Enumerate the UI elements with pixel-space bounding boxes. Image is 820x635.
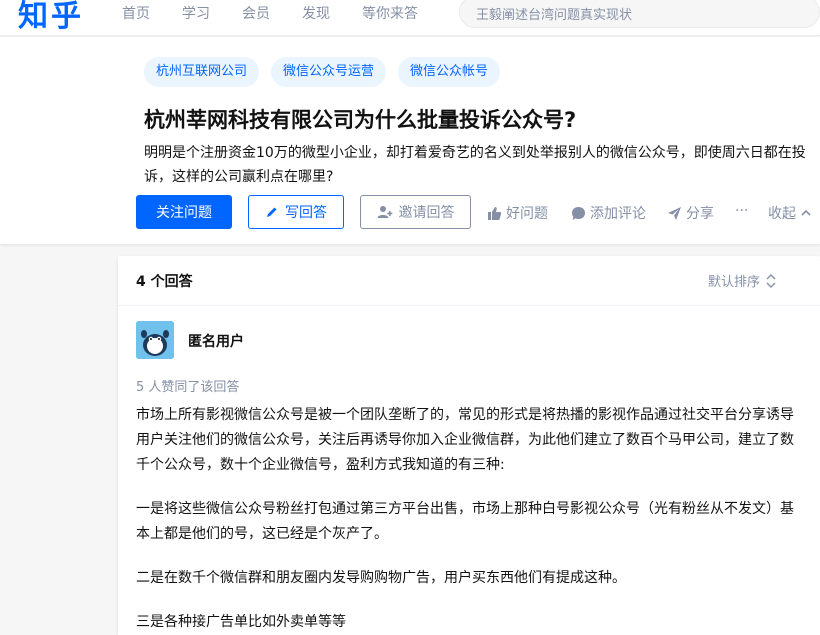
write-answer-button[interactable]: 写回答 xyxy=(248,195,344,229)
add-comment-button[interactable]: 添加评论 xyxy=(571,203,646,223)
search-input[interactable]: 王毅阐述台湾问题真实现状 xyxy=(459,0,820,28)
comment-icon xyxy=(572,206,585,220)
sort-dropdown[interactable]: 默认排序 xyxy=(708,271,776,290)
answer-paragraph: 三是各种接广告单比如外卖单等等 xyxy=(136,614,346,630)
avatar[interactable] xyxy=(136,321,174,359)
vote-count: 5 人赞同了该回答 xyxy=(136,380,240,395)
answers-card: 4 个回答 默认排序 匿名用户 5 人赞同了该回答 市场上所有影视微信公众号是被… xyxy=(118,256,820,635)
add-comment-label: 添加评论 xyxy=(590,206,646,222)
sort-icon xyxy=(766,273,776,288)
write-answer-label: 写回答 xyxy=(285,205,327,221)
collapse-button[interactable]: 收起 xyxy=(768,203,812,223)
follow-question-button[interactable]: 关注问题 xyxy=(136,195,232,229)
add-user-icon xyxy=(377,206,392,218)
anonymous-avatar-icon xyxy=(136,321,174,359)
topic-tag[interactable]: 微信公众号运营 xyxy=(271,57,387,87)
sort-label: 默认排序 xyxy=(708,275,761,290)
collapse-label: 收起 xyxy=(768,206,796,222)
topic-tag[interactable]: 微信公众帐号 xyxy=(398,57,501,87)
answer-count: 4 个回答 xyxy=(136,274,193,290)
good-question-button[interactable]: 好问题 xyxy=(487,203,548,223)
nav-item-waiting[interactable]: 等你来答 xyxy=(362,3,418,23)
paper-plane-icon xyxy=(668,206,681,220)
follow-question-label: 关注问题 xyxy=(156,205,212,221)
question-detail: 明明是个注册资金10万的微型小企业，却打着爱奇艺的名义到处举报别人的微信公众号，… xyxy=(144,145,806,185)
topic-tag[interactable]: 杭州互联网公司 xyxy=(144,57,260,87)
invite-answer-button[interactable]: 邀请回答 xyxy=(360,195,471,229)
chevron-up-icon xyxy=(801,209,811,216)
question-header: 杭州互联网公司 微信公众号运营 微信公众帐号 杭州莘网科技有限公司为什么批量投诉… xyxy=(0,37,820,244)
nav-item-home[interactable]: 首页 xyxy=(122,3,150,23)
answer-paragraph: 市场上所有影视微信公众号是被一个团队垄断了的，常见的形式是将热播的影视作品通过社… xyxy=(136,407,794,473)
zhihu-logo[interactable]: 知乎 xyxy=(18,0,84,35)
top-nav: 知乎 首页 学习 会员 发现 等你来答 王毅阐述台湾问题真实现状 xyxy=(0,0,820,36)
answer-paragraph: 二是在数千个微信群和朋友圈内发导购购物广告，用户买东西他们有提成这种。 xyxy=(136,570,626,586)
share-label: 分享 xyxy=(686,206,714,222)
more-button[interactable]: ··· xyxy=(735,203,748,219)
thumbs-up-icon xyxy=(488,206,502,220)
invite-answer-label: 邀请回答 xyxy=(398,205,455,221)
author-name[interactable]: 匿名用户 xyxy=(188,331,244,351)
share-button[interactable]: 分享 xyxy=(667,203,714,223)
nav-item-vip[interactable]: 会员 xyxy=(242,3,270,23)
more-label: ··· xyxy=(735,203,749,219)
good-question-label: 好问题 xyxy=(506,206,548,222)
answer-paragraph: 一是将这些微信公众号粉丝打包通过第三方平台出售，市场上那种白号影视公众号（光有粉… xyxy=(136,501,794,542)
pen-icon xyxy=(267,207,277,217)
nav-item-discover[interactable]: 发现 xyxy=(302,3,330,23)
nav-item-learn[interactable]: 学习 xyxy=(182,3,210,23)
search-placeholder: 王毅阐述台湾问题真实现状 xyxy=(476,8,633,23)
question-title: 杭州莘网科技有限公司为什么批量投诉公众号? xyxy=(144,108,577,132)
answers-header: 4 个回答 默认排序 xyxy=(118,256,820,306)
